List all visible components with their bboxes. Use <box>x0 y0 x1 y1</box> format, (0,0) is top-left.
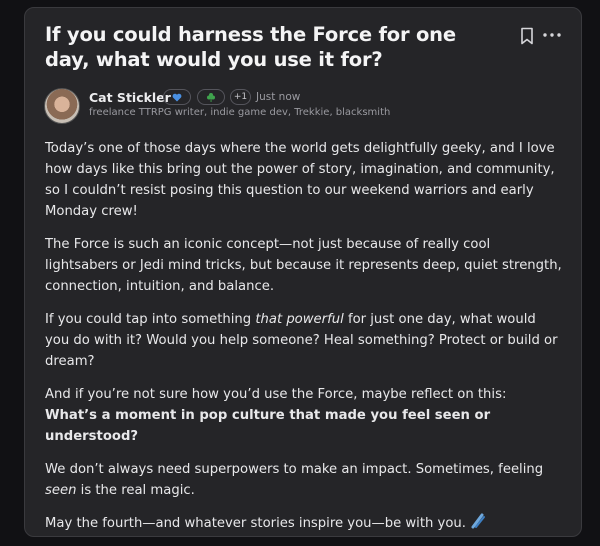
author-name[interactable]: Cat Stickler <box>89 90 171 105</box>
paragraph: If you could tap into something that pow… <box>45 309 563 372</box>
timestamp: Just now <box>256 91 301 103</box>
text-run: And if you’re not sure how you’d use the… <box>45 387 507 402</box>
clover-badge[interactable] <box>197 89 225 105</box>
paragraph: We don’t always need superpowers to make… <box>45 459 563 501</box>
post-body: Today’s one of those days where the worl… <box>45 138 563 546</box>
avatar[interactable] <box>44 88 80 124</box>
bookmark-icon[interactable] <box>519 27 535 45</box>
post-title: If you could harness the Force for one d… <box>45 23 456 71</box>
text-run: We don’t always need superpowers to make… <box>45 462 544 477</box>
emphasis-text: that powerful <box>255 312 344 327</box>
text-run: is the real magic. <box>76 483 195 498</box>
paragraph: And if you’re not sure how you’d use the… <box>45 384 563 447</box>
more-options-icon[interactable] <box>542 27 562 43</box>
post-card: If you could harness the Force for one d… <box>24 7 582 537</box>
heart-badge[interactable] <box>163 89 191 105</box>
emphasis-text: seen <box>45 483 77 498</box>
blue-heart-icon <box>172 93 182 101</box>
question-highlight: What’s a moment in pop culture that made… <box>45 408 491 444</box>
author-bio: freelance TTRPG writer, indie game dev, … <box>89 107 391 118</box>
more-badges-count[interactable]: +1 <box>230 89 251 105</box>
text-run: If you could tap into something <box>45 312 256 327</box>
paragraph: Today’s one of those days where the worl… <box>45 141 555 219</box>
paragraph: The Force is such an iconic concept—not … <box>45 237 562 294</box>
clover-icon <box>207 93 215 102</box>
lightsaber-icon <box>471 513 486 529</box>
